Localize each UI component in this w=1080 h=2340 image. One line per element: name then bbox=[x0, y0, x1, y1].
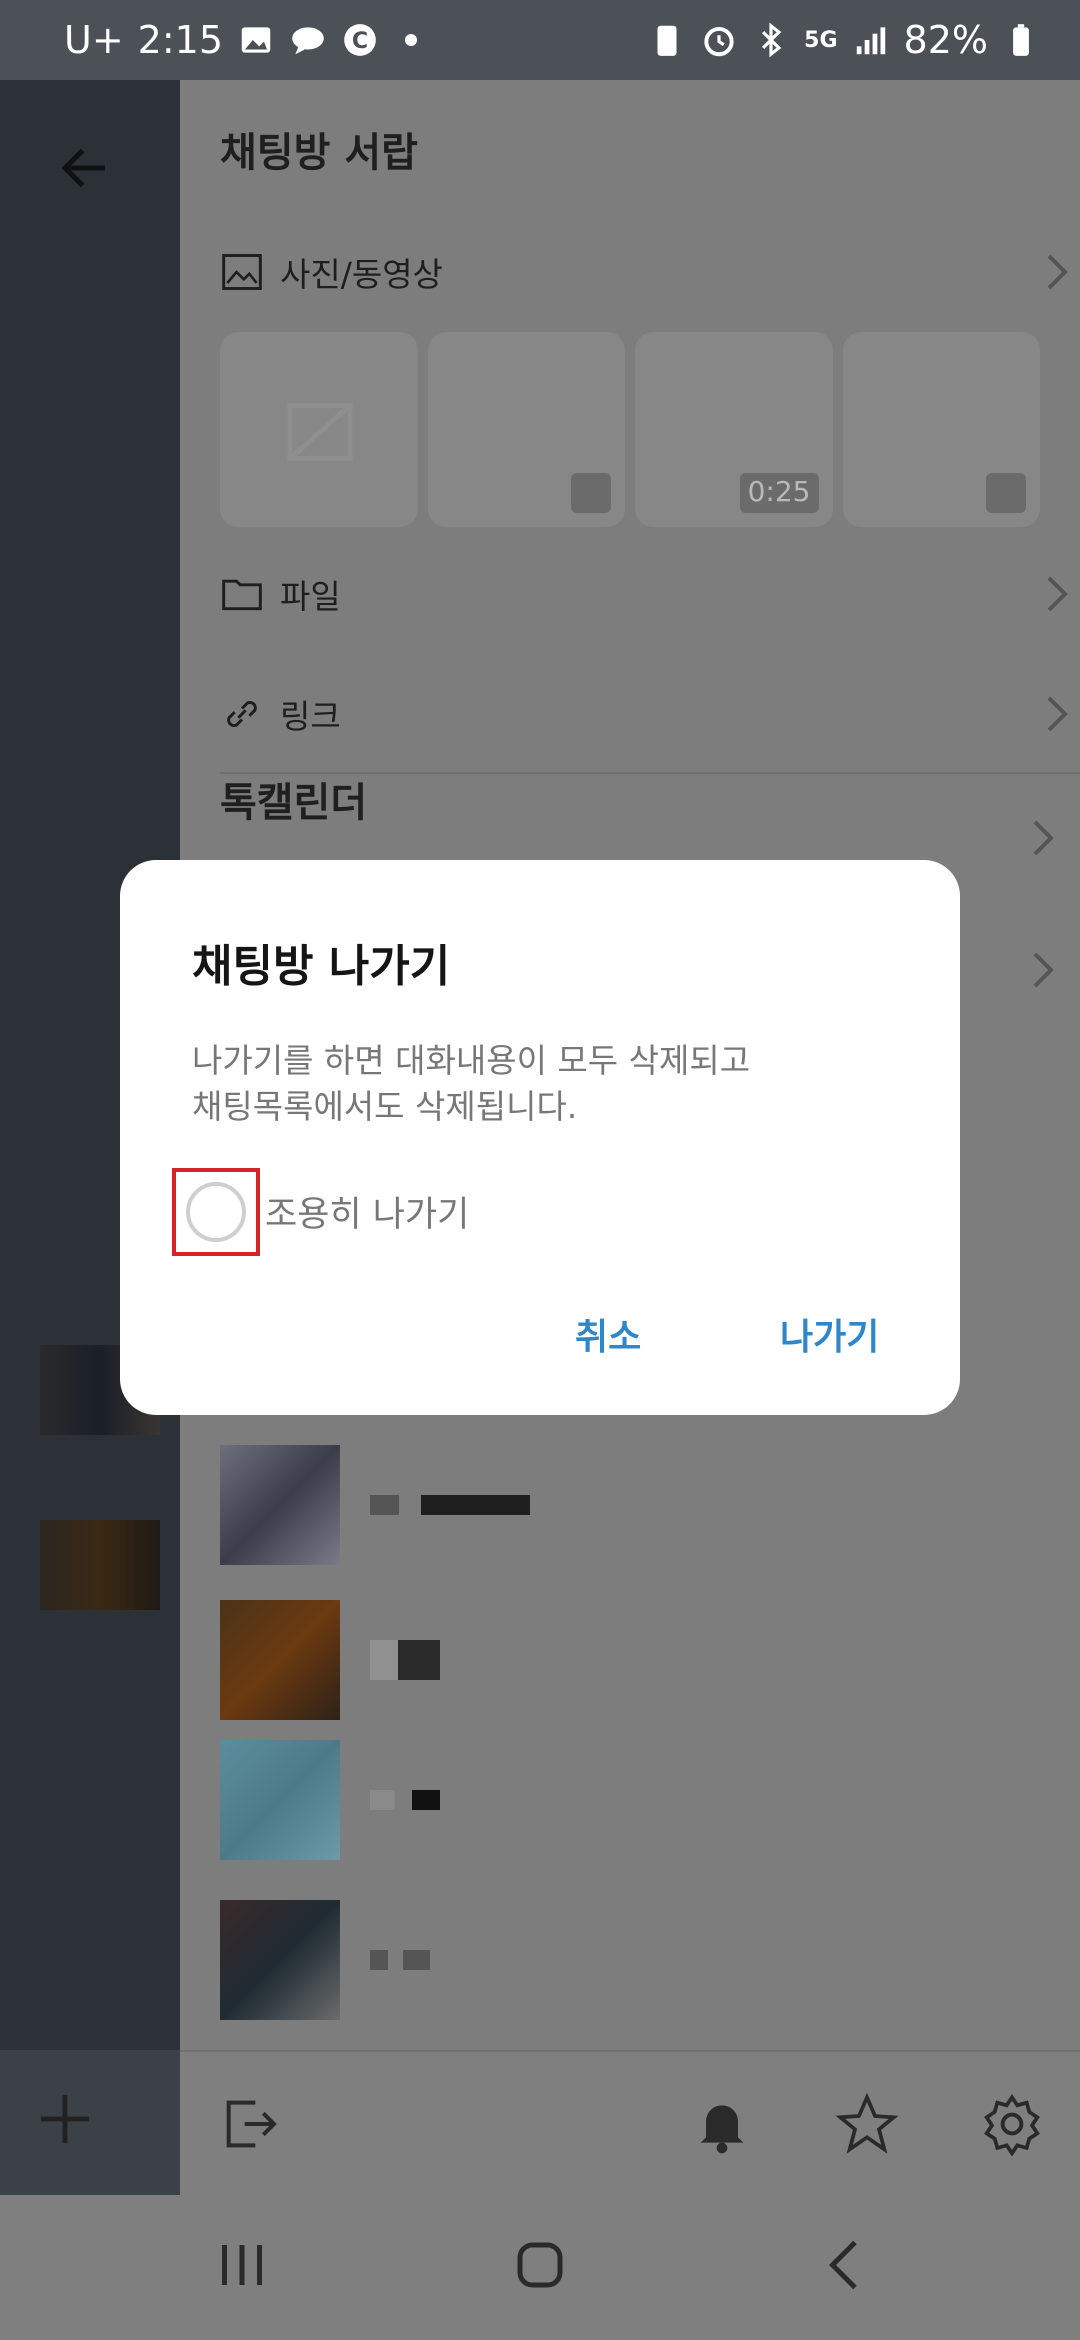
battery-percent: 82% bbox=[903, 18, 988, 62]
carrier-label: U+ bbox=[64, 18, 124, 62]
link-row[interactable]: 링크 bbox=[220, 690, 1068, 738]
cancel-button[interactable]: 취소 bbox=[575, 1308, 641, 1360]
image-placeholder-icon bbox=[287, 402, 353, 462]
chevron-right-icon bbox=[1033, 820, 1054, 856]
home-icon[interactable] bbox=[510, 2235, 570, 2295]
settings-gear-icon[interactable] bbox=[980, 2092, 1044, 2156]
dialog-title: 채팅방 나가기 bbox=[192, 941, 451, 992]
blurred-name bbox=[370, 1790, 440, 1810]
media-row[interactable]: 사진/동영상 bbox=[220, 248, 1068, 296]
chevron-right-icon bbox=[1047, 254, 1068, 290]
photo-icon bbox=[222, 254, 262, 290]
battery-icon bbox=[1013, 24, 1029, 56]
chevron-right-icon bbox=[1047, 576, 1068, 612]
signal-icon bbox=[856, 27, 885, 55]
member-list-item[interactable] bbox=[220, 1900, 1040, 2020]
blurred-name bbox=[370, 1495, 530, 1515]
back-arrow-icon[interactable] bbox=[55, 138, 115, 198]
member-list-item[interactable] bbox=[220, 1740, 1040, 1860]
svg-text:C: C bbox=[352, 28, 368, 54]
file-label: 파일 bbox=[280, 577, 341, 616]
notification-bell-icon[interactable] bbox=[690, 2092, 754, 2156]
back-icon[interactable] bbox=[815, 2235, 875, 2295]
member-list-item[interactable] bbox=[220, 1600, 1040, 1720]
bluetooth-icon bbox=[762, 22, 782, 58]
status-bar: U+ 2:15 C 5G 82% bbox=[0, 0, 1080, 80]
calendar-title[interactable]: 톡캘린더 bbox=[220, 770, 367, 828]
video-duration-badge: 0:25 bbox=[739, 473, 819, 513]
blurred-name bbox=[370, 1950, 430, 1970]
media-thumb[interactable]: 0:25 bbox=[635, 332, 833, 527]
avatar bbox=[220, 1740, 340, 1860]
star-icon[interactable] bbox=[835, 2092, 899, 2156]
media-thumb[interactable] bbox=[427, 332, 625, 527]
media-thumb[interactable] bbox=[220, 332, 418, 527]
battery-saver-icon bbox=[657, 25, 677, 56]
chevron-right-icon bbox=[1033, 952, 1054, 988]
link-icon bbox=[227, 701, 257, 727]
image-badge-icon bbox=[986, 473, 1026, 513]
media-thumb[interactable] bbox=[842, 332, 1040, 527]
drawer-bottom-bar bbox=[180, 2050, 1080, 2195]
avatar bbox=[220, 1600, 340, 1720]
c-app-notification-icon: C bbox=[344, 24, 376, 56]
dialog-message: 나가기를 하면 대화내용이 모두 삭제되고 채팅목록에서도 삭제됩니다. bbox=[192, 1041, 751, 1126]
folder-icon bbox=[222, 579, 262, 611]
avatar bbox=[220, 1900, 340, 2020]
silent-leave-checkbox[interactable] bbox=[186, 1182, 246, 1242]
leave-chat-dialog: 채팅방 나가기 나가기를 하면 대화내용이 모두 삭제되고 채팅목록에서도 삭제… bbox=[120, 860, 960, 1415]
file-row[interactable]: 파일 bbox=[220, 570, 1068, 618]
gallery-notification-icon bbox=[241, 27, 271, 53]
link-label: 링크 bbox=[280, 697, 341, 736]
avatar bbox=[220, 1445, 340, 1565]
plus-icon[interactable] bbox=[36, 2090, 94, 2148]
more-notifications-dot bbox=[405, 34, 417, 46]
silent-leave-label[interactable]: 조용히 나가기 bbox=[265, 1186, 469, 1237]
image-badge-icon bbox=[571, 473, 611, 513]
system-nav-bar bbox=[0, 2195, 1080, 2340]
network-type-label: 5G bbox=[804, 27, 838, 53]
media-thumbnails: 0:25 bbox=[220, 332, 1040, 527]
media-label: 사진/동영상 bbox=[280, 255, 443, 294]
drawer-title: 채팅방 서랍 bbox=[220, 130, 418, 176]
leave-chat-icon[interactable] bbox=[218, 2092, 282, 2156]
blurred-name bbox=[370, 1640, 440, 1680]
chevron-right-icon bbox=[1047, 696, 1068, 732]
clock: 2:15 bbox=[137, 18, 223, 62]
recent-apps-icon[interactable] bbox=[212, 2235, 272, 2295]
leave-button[interactable]: 나가기 bbox=[780, 1308, 879, 1360]
blurred-avatar bbox=[40, 1520, 160, 1610]
silent-leave-checkbox-highlight[interactable] bbox=[172, 1168, 260, 1256]
chat-notification-icon bbox=[292, 27, 324, 55]
alarm-icon bbox=[704, 26, 734, 57]
member-list-item[interactable] bbox=[220, 1445, 1040, 1565]
